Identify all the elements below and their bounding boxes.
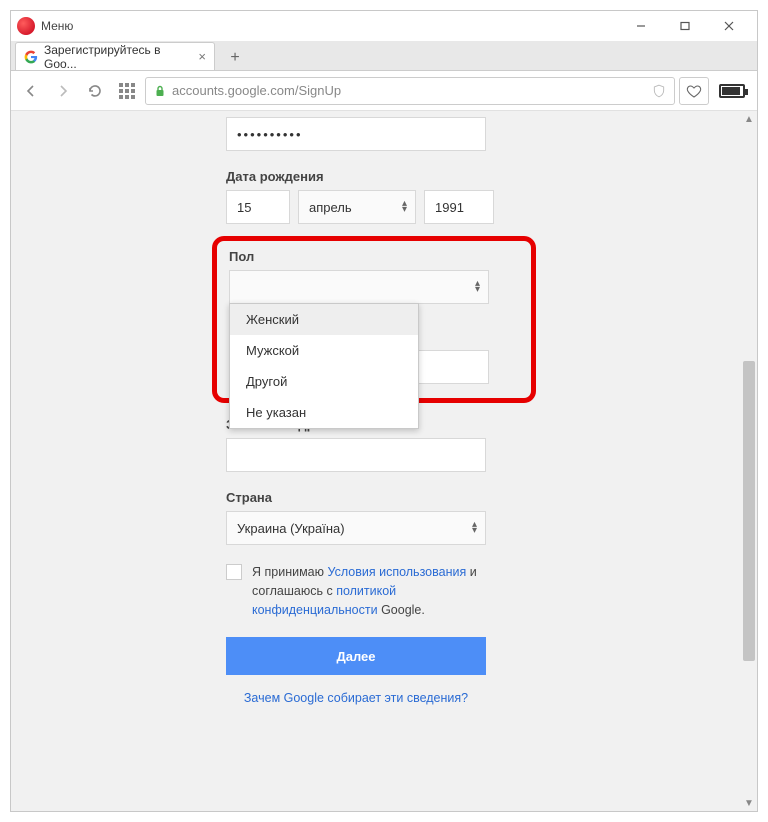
grid-icon — [119, 83, 135, 99]
tos-link[interactable]: Условия использования — [327, 565, 466, 579]
tos-text: Я принимаю Условия использования и согла… — [252, 563, 486, 619]
gender-option-unspecified[interactable]: Не указан — [230, 397, 418, 428]
gender-label: Пол — [229, 249, 519, 264]
window-close-button[interactable] — [707, 12, 751, 40]
speed-dial-button[interactable] — [113, 77, 141, 105]
menu-label[interactable]: Меню — [41, 19, 73, 33]
chevron-updown-icon: ▴▾ — [475, 281, 480, 293]
chevron-updown-icon: ▴▾ — [402, 201, 407, 213]
signup-form: •••••••••• Дата рождения 15 апрель ▴▾ 19… — [226, 117, 526, 811]
opera-logo-icon — [17, 17, 35, 35]
chevron-right-icon — [55, 83, 71, 99]
gender-option-other[interactable]: Другой — [230, 366, 418, 397]
reload-button[interactable] — [81, 77, 109, 105]
country-label: Страна — [226, 490, 526, 505]
url-domain: accounts.google.com — [172, 83, 295, 98]
next-button[interactable]: Далее — [226, 637, 486, 675]
url-input[interactable]: accounts.google.com/SignUp — [145, 77, 675, 105]
bookmark-button[interactable] — [679, 77, 709, 105]
gender-option-female[interactable]: Женский — [230, 304, 418, 335]
battery-icon — [719, 84, 745, 98]
page-viewport: •••••••••• Дата рождения 15 апрель ▴▾ 19… — [11, 111, 757, 811]
reload-icon — [87, 83, 103, 99]
dob-label: Дата рождения — [226, 169, 526, 184]
scroll-up-icon[interactable]: ▲ — [741, 111, 757, 127]
shield-icon — [652, 84, 666, 98]
titlebar: Меню — [11, 11, 757, 41]
vertical-scrollbar[interactable]: ▲ ▼ — [741, 111, 757, 811]
gender-select[interactable]: ▴▾ — [229, 270, 489, 304]
lock-icon — [154, 85, 166, 97]
chevron-updown-icon: ▴▾ — [472, 522, 477, 534]
gender-dropdown: Женский Мужской Другой Не указан — [229, 303, 419, 429]
country-select[interactable]: Украина (Україна) ▴▾ — [226, 511, 486, 545]
tos-checkbox[interactable] — [226, 564, 242, 580]
back-button[interactable] — [17, 77, 45, 105]
password-input[interactable]: •••••••••• — [226, 117, 486, 151]
new-tab-button[interactable]: + — [221, 46, 249, 70]
dob-day-input[interactable]: 15 — [226, 190, 290, 224]
close-icon — [724, 21, 734, 31]
dob-month-select[interactable]: апрель ▴▾ — [298, 190, 416, 224]
tab-title: Зарегистрируйтесь в Goo... — [44, 43, 188, 71]
url-path: /SignUp — [295, 83, 341, 98]
forward-button[interactable] — [49, 77, 77, 105]
dob-year-input[interactable]: 1991 — [424, 190, 494, 224]
highlight-box: Пол ▴▾ Женский Мужской Другой Не указан — [212, 236, 536, 403]
google-favicon-icon — [24, 50, 38, 64]
window-maximize-button[interactable] — [663, 12, 707, 40]
tab-close-button[interactable]: × — [198, 49, 206, 64]
backup-email-input[interactable] — [226, 438, 486, 472]
address-bar: accounts.google.com/SignUp — [11, 71, 757, 111]
window-minimize-button[interactable] — [619, 12, 663, 40]
browser-tab[interactable]: Зарегистрируйтесь в Goo... × — [15, 42, 215, 70]
why-collect-link[interactable]: Зачем Google собирает эти сведения? — [244, 691, 468, 705]
minimize-icon — [636, 21, 646, 31]
browser-window: Меню Зарегистрируйтесь в Goo... × + — [10, 10, 758, 812]
scroll-down-icon[interactable]: ▼ — [741, 795, 757, 811]
gender-option-male[interactable]: Мужской — [230, 335, 418, 366]
chevron-left-icon — [23, 83, 39, 99]
tab-strip: Зарегистрируйтесь в Goo... × + — [11, 41, 757, 71]
scrollbar-thumb[interactable] — [743, 361, 755, 661]
heart-icon — [686, 83, 702, 99]
maximize-icon — [680, 21, 690, 31]
